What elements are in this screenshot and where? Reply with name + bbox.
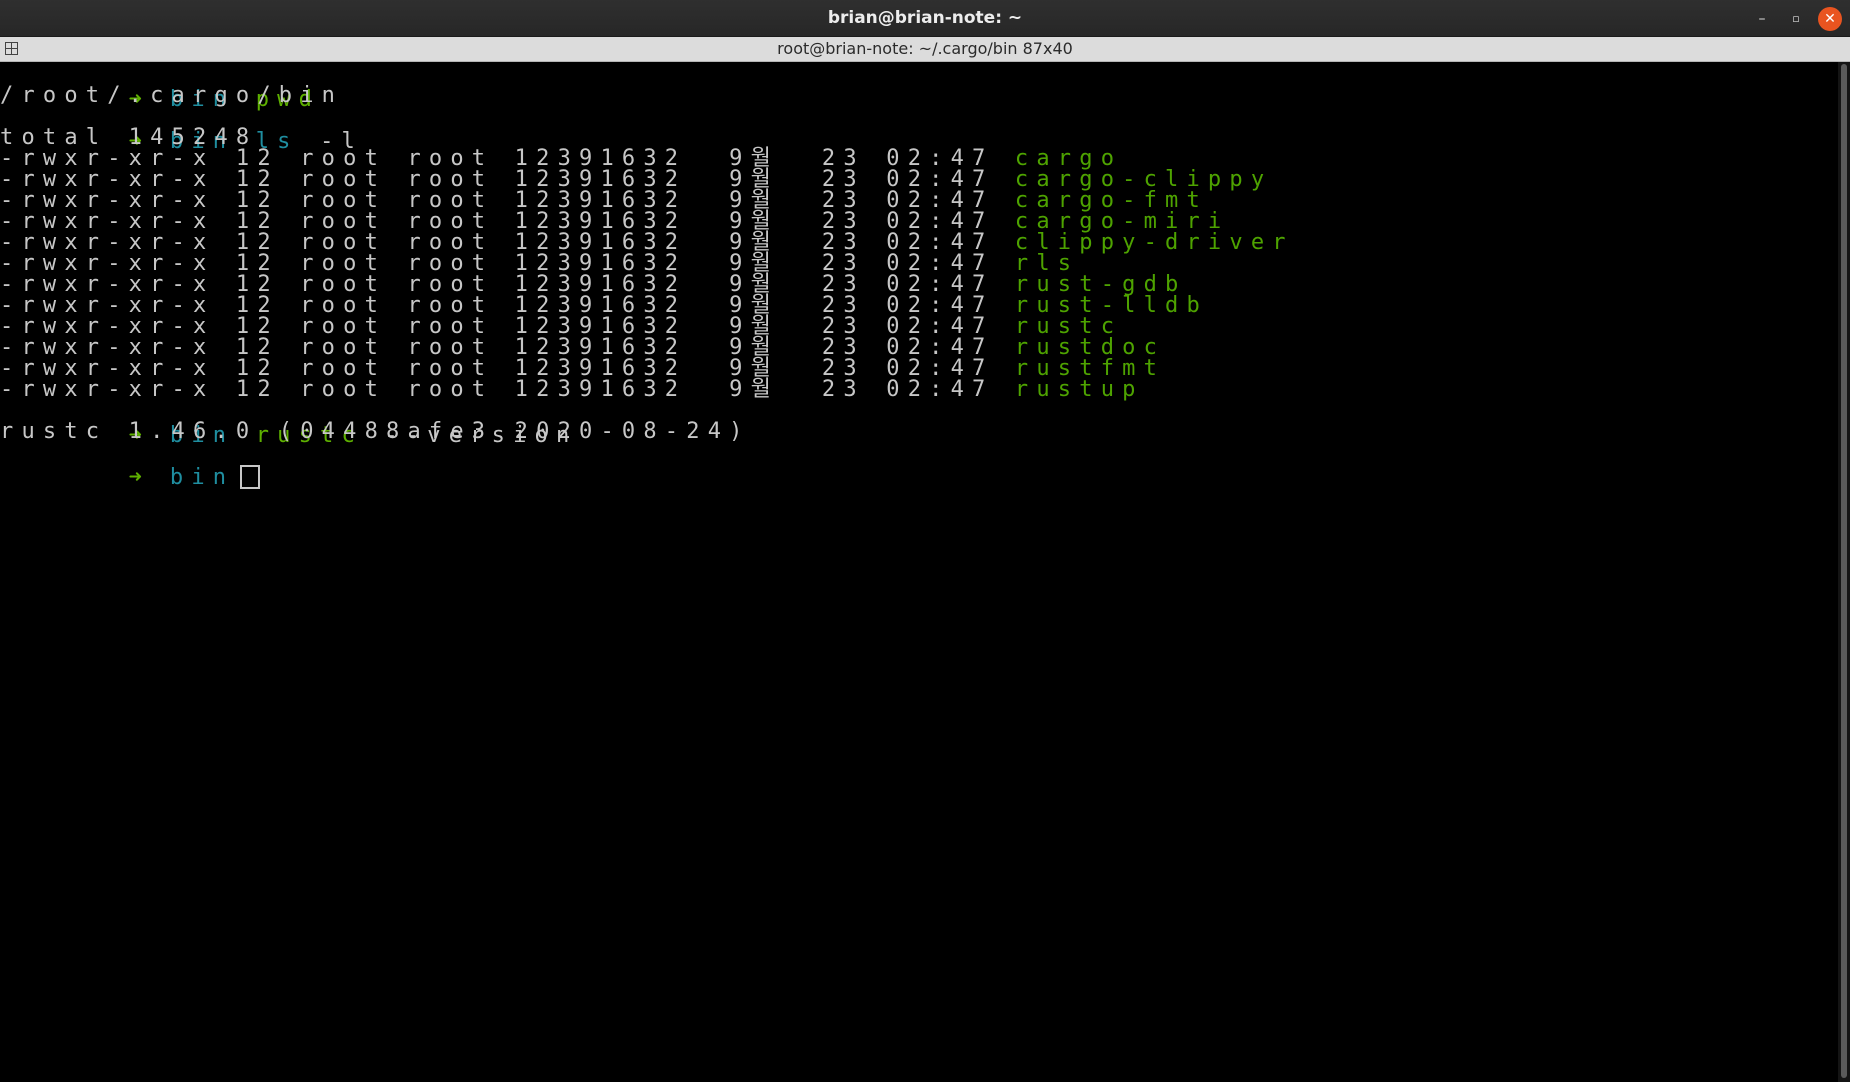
file-name: rustup [1014,377,1144,402]
prompt-line[interactable]: ➜ bin [0,440,261,490]
terminal-tab-title: root@brian-note: ~/.cargo/bin 87x40 [777,39,1073,58]
prompt-arrow-icon: ➜ [128,465,142,490]
close-icon[interactable]: ✕ [1818,7,1842,31]
maximize-icon[interactable]: ▫ [1784,7,1808,31]
scrollbar-thumb[interactable] [1841,64,1847,1078]
terminal-output[interactable]: ➜ bin pwd /root/.cargo/bin ➜ bin ls -l tot… [0,62,1838,1082]
minimize-icon[interactable]: – [1750,7,1774,31]
terminal-cursor [240,465,261,489]
terminal-window: brian@brian-note: ~ – ▫ ✕ root@brian-not… [0,0,1850,1082]
terminal-scrollbar[interactable] [1838,62,1850,1082]
prompt-dir: bin [169,465,235,490]
window-titlebar[interactable]: brian@brian-note: ~ – ▫ ✕ [0,0,1850,37]
window-title: brian@brian-note: ~ [827,8,1023,28]
terminal-tab-bar: root@brian-note: ~/.cargo/bin 87x40 [0,37,1850,62]
